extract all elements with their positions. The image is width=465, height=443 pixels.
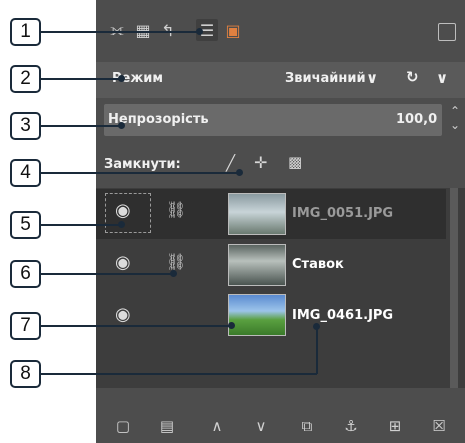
chevron-down-icon[interactable]: ⌄	[450, 118, 460, 132]
delete-layer-icon[interactable]: ☒	[428, 415, 450, 437]
callout-4: 4	[10, 159, 41, 187]
callout-leader-dot	[196, 28, 203, 35]
callout-leader	[41, 273, 173, 275]
callout-leader-dot	[118, 122, 125, 129]
callout-leader-dot	[236, 169, 243, 176]
callout-8: 8	[10, 360, 41, 388]
image-tab-icon[interactable]: ▣	[222, 19, 244, 41]
brush-tab-icon[interactable]: ⟗	[106, 19, 128, 41]
callout-7: 7	[10, 312, 41, 340]
callout-2: 2	[10, 65, 41, 93]
chain-link-icon[interactable]: ⛓	[166, 200, 186, 219]
layer-thumbnail[interactable]	[228, 193, 286, 235]
chevron-up-icon[interactable]: ⌃	[450, 104, 460, 118]
layer-thumbnail[interactable]	[228, 294, 286, 336]
layers-scrollbar[interactable]	[450, 188, 458, 388]
callout-6: 6	[10, 260, 41, 288]
callout-leader	[41, 31, 199, 33]
merge-layer-icon[interactable]: ⊞	[384, 415, 406, 437]
layers-toolbar	[96, 388, 465, 443]
callout-leader-dot	[118, 221, 125, 228]
composite-mode-icon[interactable]: ↻	[406, 68, 419, 86]
composite-mode-arrow-icon[interactable]: ∨	[436, 69, 448, 87]
eye-icon[interactable]: ◉	[115, 252, 131, 273]
layer-thumbnail[interactable]	[228, 244, 286, 286]
raise-layer-icon[interactable]: ∧	[206, 415, 228, 437]
callout-leader-vertical	[316, 326, 318, 374]
callout-leader-dot	[313, 323, 320, 330]
callout-leader	[41, 78, 121, 80]
panel-menu-button[interactable]	[438, 23, 456, 41]
callout-5: 5	[10, 211, 41, 239]
layer-name[interactable]: IMG_0461.JPG	[292, 308, 393, 323]
eye-icon[interactable]: ◉	[115, 304, 131, 325]
callout-leader	[41, 325, 231, 327]
callout-3: 3	[10, 112, 41, 140]
lock-position-icon[interactable]: ✛	[254, 153, 267, 172]
callout-leader	[41, 172, 239, 174]
new-group-icon[interactable]: ▤	[156, 415, 178, 437]
new-layer-icon[interactable]: ▢	[112, 415, 134, 437]
lower-layer-icon[interactable]: ∨	[250, 415, 272, 437]
callout-leader	[41, 373, 317, 375]
layer-name[interactable]: IMG_0051.JPG	[292, 206, 393, 221]
mode-dropdown-arrow-icon[interactable]: ∨	[366, 69, 378, 87]
callout-leader-dot	[228, 322, 235, 329]
anchor-layer-icon[interactable]: ⚓	[340, 415, 362, 437]
mode-dropdown[interactable]: Звичайний	[285, 71, 366, 86]
lock-label: Замкнути:	[104, 157, 181, 172]
lock-pixels-icon[interactable]: ╱	[226, 154, 235, 172]
chain-link-icon[interactable]: ⛓	[166, 252, 186, 271]
opacity-stepper[interactable]: ⌃ ⌄	[450, 104, 460, 132]
callout-leader	[41, 224, 121, 226]
lock-alpha-icon[interactable]: ▩	[288, 153, 302, 171]
layer-name[interactable]: Ставок	[292, 257, 344, 272]
channels-tab-icon[interactable]: ▦	[132, 19, 154, 41]
eye-icon[interactable]: ◉	[115, 200, 131, 221]
callout-leader-dot	[170, 270, 177, 277]
callout-1: 1	[10, 18, 41, 46]
callout-leader	[41, 125, 121, 127]
paths-tab-icon[interactable]: ↰	[157, 19, 179, 41]
duplicate-layer-icon[interactable]: ⧉	[296, 415, 318, 437]
opacity-value[interactable]: 100,0	[396, 112, 437, 127]
callout-leader-dot	[118, 75, 125, 82]
